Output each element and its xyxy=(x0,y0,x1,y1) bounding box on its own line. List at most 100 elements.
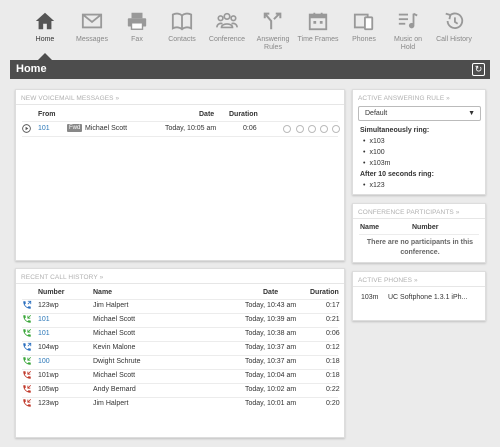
nav-label: Home xyxy=(35,36,55,43)
missed-call-icon xyxy=(23,398,32,407)
nav-label: Fax xyxy=(131,36,143,43)
incoming-call-icon xyxy=(23,328,32,337)
call-date: Today, 10:38 am xyxy=(245,330,297,337)
nav-home[interactable]: Home xyxy=(23,8,67,58)
col-date: Date xyxy=(263,289,279,296)
page-title: Home xyxy=(16,63,47,75)
nav-label: Contacts xyxy=(168,36,196,43)
call-history-panel: Recent Call History » Number Name Date D… xyxy=(15,268,345,438)
music-icon xyxy=(398,12,418,29)
call-duration: 0:12 xyxy=(326,344,340,351)
phones-icon xyxy=(353,13,374,31)
nav-label: Call History xyxy=(436,36,472,43)
voicemail-number[interactable]: 101 xyxy=(38,125,50,132)
call-date: Today, 10:43 am xyxy=(245,302,297,309)
call-name: Michael Scott xyxy=(93,372,136,379)
nav-conference[interactable]: Conference xyxy=(205,8,249,58)
col-duration: Duration xyxy=(310,289,339,296)
history-icon xyxy=(445,12,464,30)
nav-answering-rules[interactable]: Answering Rules xyxy=(251,8,295,58)
delete-icon[interactable] xyxy=(332,125,340,133)
panel-heading: Conference Participants » xyxy=(358,209,460,216)
call-number[interactable]: 100 xyxy=(38,358,50,365)
col-duration: Duration xyxy=(229,111,258,118)
call-name: Kevin Malone xyxy=(93,344,136,351)
call-date: Today, 10:02 am xyxy=(245,386,297,393)
phone-extension: 103m xyxy=(361,294,379,301)
missed-call-icon xyxy=(23,384,32,393)
ring-target: x103 xyxy=(363,138,384,145)
outgoing-call-icon xyxy=(23,300,32,309)
forwarded-badge: Fwd xyxy=(67,124,83,132)
col-name: Name xyxy=(93,289,113,296)
play-icon[interactable] xyxy=(22,124,31,133)
call-number[interactable]: 101 xyxy=(38,316,50,323)
nav-call-history[interactable]: Call History xyxy=(432,8,476,58)
call-name: Jim Halpert xyxy=(93,400,129,407)
nav-label: Phones xyxy=(352,36,376,43)
col-number: Number xyxy=(412,224,439,231)
select-value: Default xyxy=(365,110,388,117)
nav-active-pointer xyxy=(38,53,52,60)
phone-device[interactable]: UC Softphone 1.3.1 iPh... xyxy=(388,294,467,301)
top-navigation: Home Messages Fax Contacts Conference An… xyxy=(0,0,500,60)
call-number[interactable]: 101 xyxy=(38,330,50,337)
nav-time-frames[interactable]: Time Frames xyxy=(296,8,340,58)
download-icon[interactable] xyxy=(320,125,328,133)
forward-icon[interactable] xyxy=(296,125,304,133)
call-back-icon[interactable] xyxy=(283,125,291,133)
missed-call-icon xyxy=(23,370,32,379)
home-icon xyxy=(35,12,55,30)
col-from: From xyxy=(38,111,56,118)
panel-heading: New Voicemail Messages » xyxy=(21,95,120,102)
call-duration: 0:18 xyxy=(326,358,340,365)
route-icon xyxy=(263,12,282,30)
call-date: Today, 10:01 am xyxy=(245,400,297,407)
call-date: Today, 10:37 am xyxy=(245,344,297,351)
answering-rule-select[interactable]: Default ▼ xyxy=(358,106,481,121)
call-duration: 0:06 xyxy=(326,330,340,337)
call-name: Michael Scott xyxy=(93,316,136,323)
nav-contacts[interactable]: Contacts xyxy=(160,8,204,58)
col-number: Number xyxy=(38,289,65,296)
col-name: Name xyxy=(360,224,380,231)
outgoing-call-icon xyxy=(23,342,32,351)
call-name: Andy Bernard xyxy=(93,386,136,393)
book-icon xyxy=(171,12,193,31)
panel-heading: Active Answering Rule » xyxy=(358,95,450,102)
call-number: 123wp xyxy=(38,302,59,309)
nav-label: Conference xyxy=(208,36,246,43)
call-date: Today, 10:37 am xyxy=(245,358,297,365)
nav-phones[interactable]: Phones xyxy=(342,8,386,58)
incoming-call-icon xyxy=(23,314,32,323)
active-phones-panel: Active Phones » 103m UC Softphone 1.3.1 … xyxy=(352,271,486,321)
incoming-call-icon xyxy=(23,356,32,365)
call-number: 123wp xyxy=(38,400,59,407)
call-number: 101wp xyxy=(38,372,59,379)
call-name: Michael Scott xyxy=(93,330,136,337)
ring-target: x123 xyxy=(363,182,384,189)
call-duration: 0:17 xyxy=(326,302,340,309)
call-date: Today, 10:04 am xyxy=(245,372,297,379)
nav-label: Messages xyxy=(76,36,108,43)
page-title-bar: Home ↻ xyxy=(10,60,490,79)
voicemail-date: Today, 10:05 am xyxy=(165,125,217,132)
nav-messages[interactable]: Messages xyxy=(70,8,114,58)
fax-icon xyxy=(127,12,147,30)
refresh-button[interactable]: ↻ xyxy=(472,63,485,76)
voicemail-panel: New Voicemail Messages » From Date Durat… xyxy=(15,89,345,261)
conference-panel: Conference Participants » Name Number Th… xyxy=(352,203,486,263)
col-date: Date xyxy=(199,111,215,118)
group-icon xyxy=(216,12,238,29)
call-duration: 0:18 xyxy=(326,372,340,379)
nav-fax[interactable]: Fax xyxy=(115,8,159,58)
call-name: Jim Halpert xyxy=(93,302,129,309)
call-number: 105wp xyxy=(38,386,59,393)
voicemail-duration: 0:06 xyxy=(243,125,257,132)
nav-music-on-hold[interactable]: Music on Hold xyxy=(386,8,430,58)
envelope-icon xyxy=(81,13,103,29)
chevron-down-icon: ▼ xyxy=(468,110,475,117)
call-date: Today, 10:39 am xyxy=(245,316,297,323)
save-icon[interactable] xyxy=(308,125,316,133)
empty-message: There are no participants in this confer… xyxy=(366,239,474,256)
